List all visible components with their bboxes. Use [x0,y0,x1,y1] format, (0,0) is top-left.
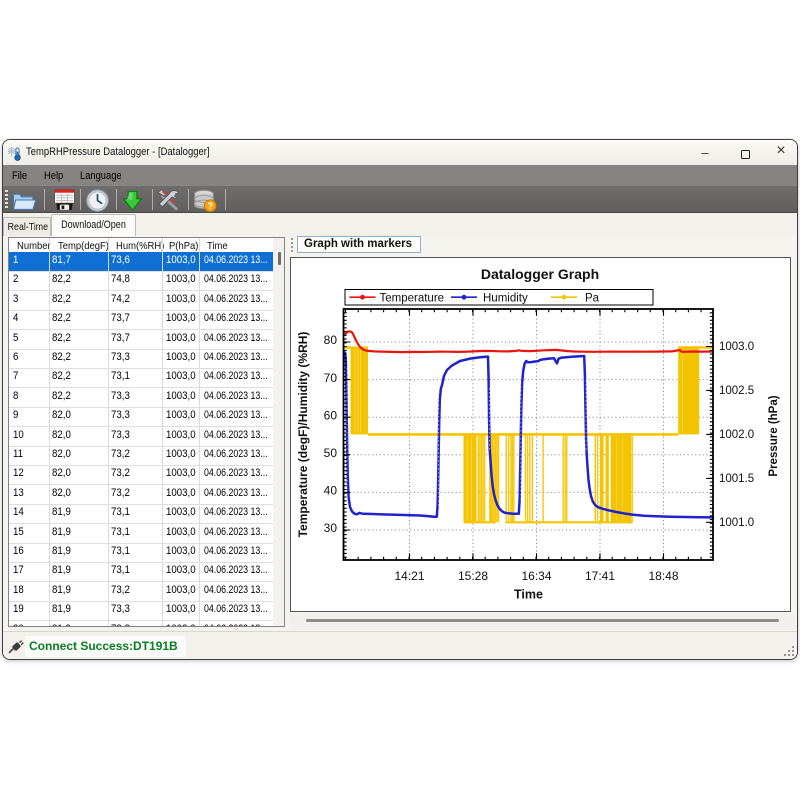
svg-text:18:48: 18:48 [648,569,678,583]
svg-text:14:21: 14:21 [394,569,424,583]
svg-text:50: 50 [324,446,338,460]
svg-text:17:41: 17:41 [585,569,615,583]
svg-text:70: 70 [324,371,338,385]
svg-text:60: 60 [324,408,338,422]
svg-text:Pa: Pa [585,293,600,305]
svg-text:Pressure (hPa): Pressure (hPa) [768,395,780,476]
svg-text:1001.0: 1001.0 [719,517,754,529]
svg-text:1001.5: 1001.5 [719,473,754,485]
svg-text:Temperature (degF)/Humidity (%: Temperature (degF)/Humidity (%RH) [296,332,310,538]
svg-text:15:28: 15:28 [458,569,488,583]
svg-text:Datalogger Graph: Datalogger Graph [481,266,599,282]
svg-text:1003.0: 1003.0 [719,341,754,353]
svg-text:1002.0: 1002.0 [719,429,754,441]
svg-text:30: 30 [324,521,338,535]
svg-text:Time: Time [514,588,543,602]
svg-text:Humidity: Humidity [483,293,528,305]
svg-text:Temperature: Temperature [380,293,445,305]
svg-text:16:34: 16:34 [521,569,551,583]
svg-text:1002.5: 1002.5 [719,385,754,397]
svg-text:40: 40 [324,484,338,498]
svg-text:?: ? [207,201,213,211]
svg-text:80: 80 [324,333,338,347]
